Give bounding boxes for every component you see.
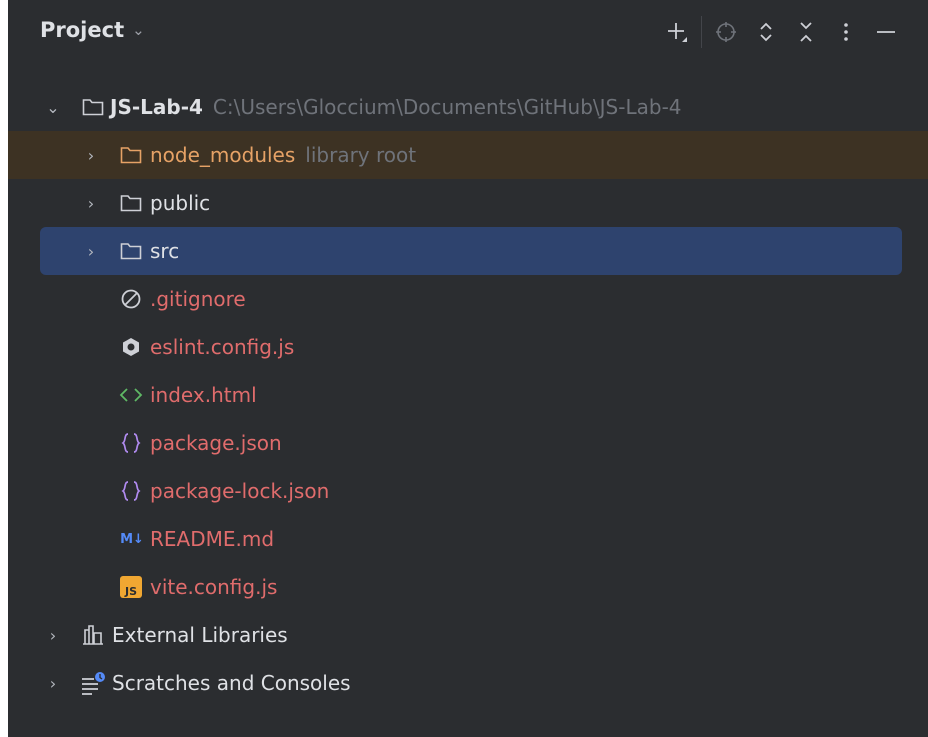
chevron-down-icon[interactable]: ⌄: [44, 98, 62, 117]
tree-item-external-libraries[interactable]: › External Libraries: [8, 611, 928, 659]
library-folder-icon: [118, 142, 144, 168]
file-name: eslint.config.js: [150, 335, 295, 359]
chevron-right-icon[interactable]: ›: [44, 626, 62, 645]
folder-name: public: [150, 191, 211, 215]
chevron-right-icon[interactable]: ›: [82, 194, 100, 213]
html-icon: [118, 382, 144, 408]
hide-panel-button[interactable]: [866, 14, 906, 50]
tree-item-file[interactable]: index.html: [8, 371, 928, 419]
tree-item-node-modules[interactable]: › node_modules library root: [8, 131, 928, 179]
collapse-all-icon: [800, 22, 812, 42]
panel-title: Project: [40, 18, 125, 42]
json-icon: [118, 430, 144, 456]
tree-item-label: JS-Lab-4 C:\Users\Gloccium\Documents\GitH…: [110, 95, 682, 119]
folder-name: node_modules: [150, 143, 296, 167]
chevron-right-icon[interactable]: ›: [44, 674, 62, 693]
panel-header: Project ⌄: [8, 0, 928, 66]
tree-item-file[interactable]: package-lock.json: [8, 467, 928, 515]
tree-item-file[interactable]: .gitignore: [8, 275, 928, 323]
folder-icon: [118, 238, 144, 264]
chevron-right-icon[interactable]: ›: [82, 146, 100, 165]
javascript-icon: JS: [120, 576, 142, 598]
json-icon: [118, 478, 144, 504]
expand-all-button[interactable]: [746, 14, 786, 50]
file-name: package.json: [150, 431, 282, 455]
new-file-button[interactable]: [657, 14, 697, 50]
tree-item-file[interactable]: eslint.config.js: [8, 323, 928, 371]
folder-icon: [80, 94, 106, 120]
folder-name: src: [150, 239, 180, 263]
tree-item-file[interactable]: JS vite.config.js: [8, 563, 928, 611]
library-icon: [80, 622, 106, 648]
markdown-icon: M↓: [120, 531, 144, 547]
more-vertical-icon: [844, 23, 848, 41]
tree-item-root[interactable]: ⌄ JS-Lab-4 C:\Users\Gloccium\Documents\Gi…: [8, 83, 928, 131]
folder-icon: [118, 190, 144, 216]
file-name: vite.config.js: [150, 575, 278, 599]
library-root-hint: library root: [305, 143, 417, 167]
project-view-selector[interactable]: Project ⌄: [40, 18, 145, 42]
tree-item-label: node_modules library root: [150, 143, 416, 167]
select-opened-file-button[interactable]: [706, 14, 746, 50]
options-button[interactable]: [826, 14, 866, 50]
file-name: package-lock.json: [150, 479, 330, 503]
expand-all-icon: [760, 22, 772, 42]
project-tree: ⌄ JS-Lab-4 C:\Users\Gloccium\Documents\Gi…: [8, 83, 928, 707]
collapse-all-button[interactable]: [786, 14, 826, 50]
scratches-icon: [80, 670, 106, 696]
ignore-file-icon: [118, 286, 144, 312]
panel-toolbar: [657, 14, 906, 50]
minimize-icon: [877, 31, 895, 33]
tree-item-public[interactable]: › public: [8, 179, 928, 227]
toolbar-separator: [701, 16, 702, 48]
root-folder-path: C:\Users\Gloccium\Documents\GitHub\JS-La…: [212, 95, 682, 119]
project-panel: Project ⌄ ⌄ JS-Lab-4 C:\Users\Gloccium\D…: [8, 0, 928, 737]
chevron-right-icon[interactable]: ›: [82, 242, 100, 261]
file-name: README.md: [150, 527, 275, 551]
file-name: index.html: [150, 383, 257, 407]
tree-item-file[interactable]: package.json: [8, 419, 928, 467]
locate-icon: [716, 22, 736, 42]
tree-item-label: External Libraries: [112, 623, 288, 647]
tree-item-src[interactable]: › src: [40, 227, 902, 275]
file-name: .gitignore: [150, 287, 246, 311]
tree-item-label: Scratches and Consoles: [112, 671, 351, 695]
chevron-down-icon: ⌄: [132, 21, 145, 39]
eslint-icon: [118, 334, 144, 360]
plus-icon: [668, 23, 687, 42]
tree-item-scratches[interactable]: › Scratches and Consoles: [8, 659, 928, 707]
root-folder-name: JS-Lab-4: [110, 95, 203, 119]
tree-item-file[interactable]: M↓ README.md: [8, 515, 928, 563]
